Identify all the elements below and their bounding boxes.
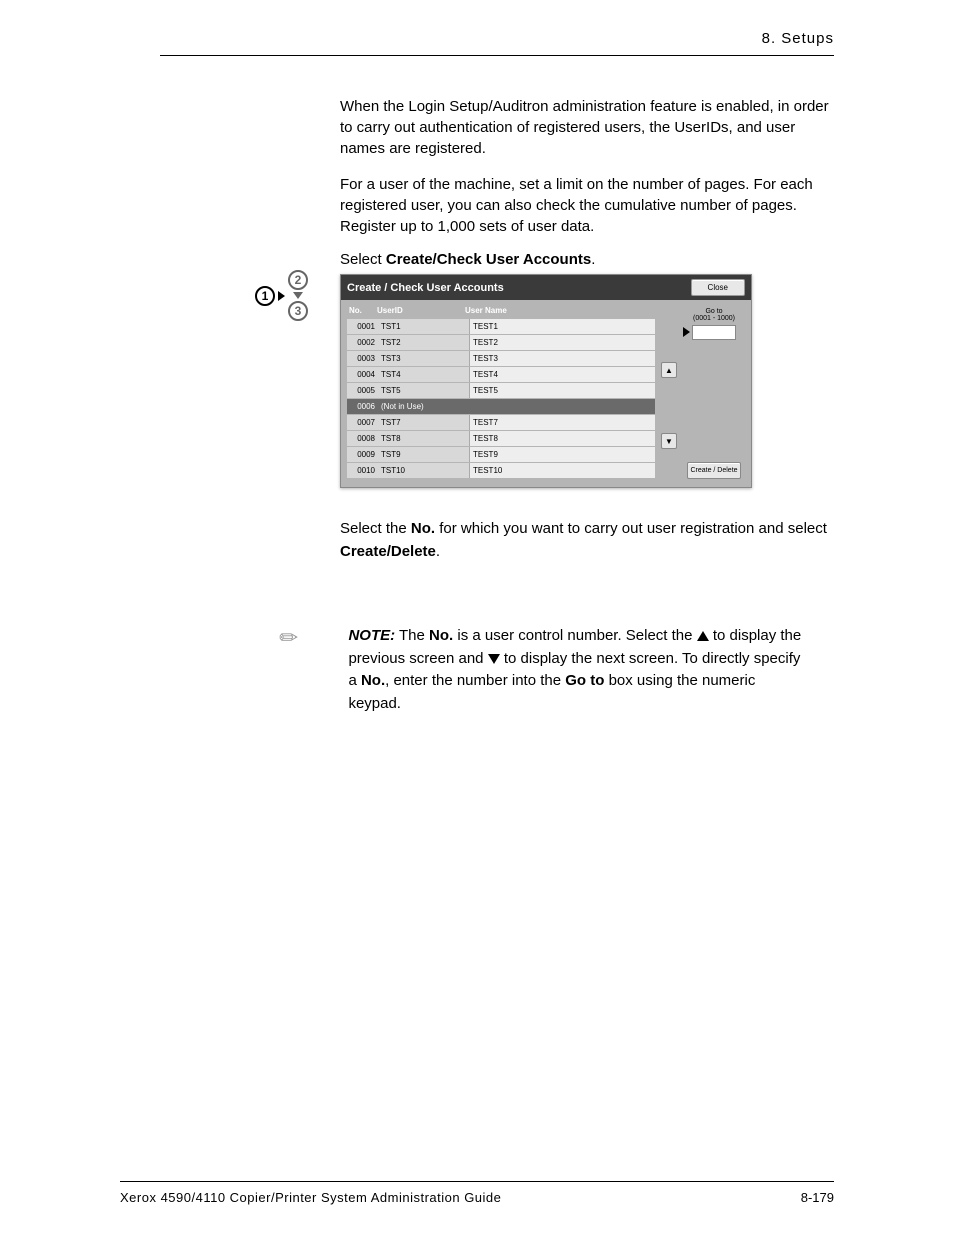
down-triangle-icon xyxy=(488,654,500,664)
step-indicator: 1 2 3 xyxy=(255,270,308,321)
table-row[interactable]: 0009TST9TEST9 xyxy=(347,447,655,462)
table-row[interactable]: 0002TST2TEST2 xyxy=(347,335,655,350)
cell-username: TEST1 xyxy=(469,319,655,334)
step-1-circle: 1 xyxy=(255,286,275,306)
page-header: 8. Setups xyxy=(0,0,954,55)
note-no2: No. xyxy=(361,672,385,689)
table-row[interactable]: 0007TST7TEST7 xyxy=(347,415,655,430)
goto-label: Go to xyxy=(692,308,736,315)
cell-no: 0006 xyxy=(347,402,379,411)
create-delete-button[interactable]: Create / Delete xyxy=(687,462,740,479)
cell-userid: TST7 xyxy=(379,418,469,427)
cell-username: TEST4 xyxy=(469,367,655,382)
table-row[interactable]: 0008TST8TEST8 xyxy=(347,431,655,446)
cell-no: 0003 xyxy=(347,354,379,363)
footer-right: 8-179 xyxy=(801,1190,834,1205)
scroll-column: ▲ ▼ xyxy=(661,304,677,479)
cell-no: 0005 xyxy=(347,386,379,395)
step2-a: Select the xyxy=(340,520,411,537)
cell-no: 0008 xyxy=(347,434,379,443)
col-no: No. xyxy=(349,306,377,315)
table-row[interactable]: 0010TST10TEST10 xyxy=(347,463,655,478)
dialog-title: Create / Check User Accounts xyxy=(347,282,504,294)
cell-userid: TST10 xyxy=(379,466,469,475)
cell-no: 0002 xyxy=(347,338,379,347)
cell-no: 0009 xyxy=(347,450,379,459)
cell-no: 0010 xyxy=(347,466,379,475)
close-button[interactable]: Close xyxy=(691,279,745,296)
cell-no: 0007 xyxy=(347,418,379,427)
intro-paragraph-2: For a user of the machine, set a limit o… xyxy=(340,174,834,237)
note-a: The xyxy=(395,627,429,644)
intro-paragraph-1: When the Login Setup/Auditron administra… xyxy=(340,96,834,159)
note-goto: Go to xyxy=(565,672,604,689)
dialog-titlebar: Create / Check User Accounts Close xyxy=(341,275,751,300)
scroll-down-button[interactable]: ▼ xyxy=(661,433,677,449)
user-list: No. UserID User Name 0001TST1TEST10002TS… xyxy=(347,304,655,479)
cell-userid: (Not in Use) xyxy=(379,402,469,411)
cell-userid: TST4 xyxy=(379,370,469,379)
cell-username: TEST2 xyxy=(469,335,655,350)
table-row[interactable]: 0001TST1TEST1 xyxy=(347,319,655,334)
step1-suffix: . xyxy=(591,251,595,268)
arrow-right-icon xyxy=(278,291,285,301)
note-b: is a user control number. Select the xyxy=(453,627,696,644)
cell-username: TEST8 xyxy=(469,431,655,446)
note-label: NOTE: xyxy=(348,627,395,644)
header-rule xyxy=(160,55,834,56)
step-2-circle: 2 xyxy=(288,270,308,290)
cell-userid: TST1 xyxy=(379,322,469,331)
cell-userid: TST2 xyxy=(379,338,469,347)
note-block: ✎ NOTE: The No. is a user control number… xyxy=(280,625,808,715)
arrow-down-icon xyxy=(293,292,303,299)
goto-range: (0001 - 1000) xyxy=(692,315,736,322)
step2-b: for which you want to carry out user reg… xyxy=(435,520,827,537)
footer-left: Xerox 4590/4110 Copier/Printer System Ad… xyxy=(120,1190,501,1205)
scroll-up-button[interactable]: ▲ xyxy=(661,362,677,378)
col-username: User Name xyxy=(465,306,655,315)
cell-userid: TST9 xyxy=(379,450,469,459)
dialog-screenshot: Create / Check User Accounts Close No. U… xyxy=(340,274,752,488)
cell-username: TEST3 xyxy=(469,351,655,366)
step2-bold1: No. xyxy=(411,520,435,537)
up-triangle-icon xyxy=(697,631,709,641)
step1-bold: Create/Check User Accounts xyxy=(386,251,591,268)
pencil-icon: ✎ xyxy=(274,622,305,653)
cell-username: TEST5 xyxy=(469,383,655,398)
cell-userid: TST8 xyxy=(379,434,469,443)
cell-username xyxy=(469,399,655,414)
footer-rule xyxy=(120,1181,834,1182)
goto-input[interactable] xyxy=(692,325,736,340)
step1-prefix: Select xyxy=(340,251,386,268)
step-3-circle: 3 xyxy=(288,301,308,321)
cell-username: TEST10 xyxy=(469,463,655,478)
cell-username: TEST7 xyxy=(469,415,655,430)
cell-username: TEST9 xyxy=(469,447,655,462)
step2-bold2: Create/Delete xyxy=(340,543,436,560)
table-row[interactable]: 0004TST4TEST4 xyxy=(347,367,655,382)
col-userid: UserID xyxy=(377,306,465,315)
page-footer: Xerox 4590/4110 Copier/Printer System Ad… xyxy=(120,1173,834,1205)
cell-no: 0001 xyxy=(347,322,379,331)
note-e: , enter the number into the xyxy=(385,672,565,689)
step2-text: Select the No. for which you want to car… xyxy=(340,518,834,563)
cell-userid: TST3 xyxy=(379,354,469,363)
table-row[interactable]: 0005TST5TEST5 xyxy=(347,383,655,398)
goto-section: Go to (0001 - 1000) xyxy=(692,308,736,340)
table-row[interactable]: 0006(Not in Use) xyxy=(347,399,655,414)
note-no: No. xyxy=(429,627,453,644)
cell-no: 0004 xyxy=(347,370,379,379)
step2-c: . xyxy=(436,543,440,560)
step1-text: Select Create/Check User Accounts. xyxy=(340,251,834,268)
cell-userid: TST5 xyxy=(379,386,469,395)
column-headers: No. UserID User Name xyxy=(347,304,655,319)
play-icon xyxy=(683,327,690,337)
table-row[interactable]: 0003TST3TEST3 xyxy=(347,351,655,366)
